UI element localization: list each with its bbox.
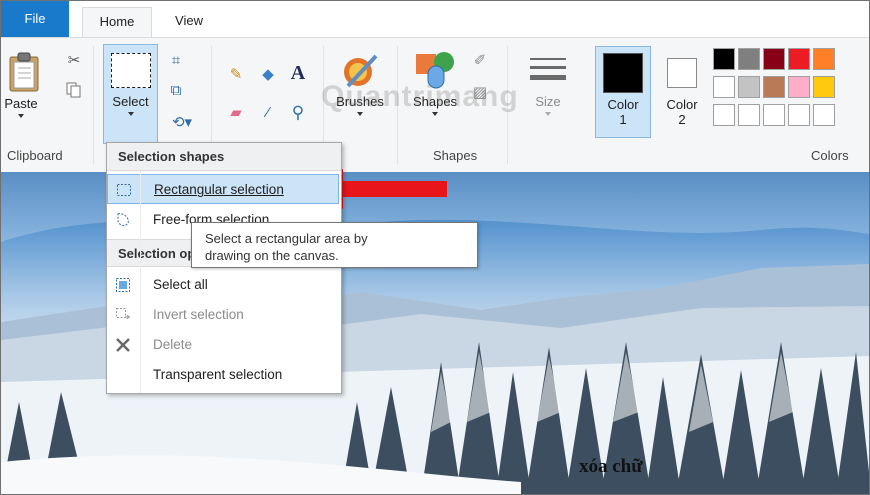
pencil-icon[interactable]: ✎ xyxy=(227,66,245,84)
copy-icon[interactable] xyxy=(65,82,83,100)
copy-glyph xyxy=(66,82,81,98)
palette-swatch[interactable] xyxy=(738,48,760,70)
eraser-icon[interactable]: ▰ xyxy=(227,104,245,122)
palette-swatch[interactable] xyxy=(713,76,735,98)
freeform-selection-icon xyxy=(117,213,129,226)
tab-view[interactable]: View xyxy=(157,7,221,37)
cut-icon[interactable]: ✂ xyxy=(65,52,83,70)
invert-selection-icon xyxy=(116,308,130,320)
shapes-group-label: Shapes xyxy=(433,148,478,163)
watermark: Quantrimang xyxy=(321,80,519,113)
magnifier-icon[interactable]: ⚲ xyxy=(289,104,307,122)
tooltip-line-2: drawing on the canvas. xyxy=(205,248,339,263)
select-label: Select xyxy=(112,94,149,109)
palette-swatch[interactable] xyxy=(813,104,835,126)
selection-shapes-header: Selection shapes xyxy=(107,143,341,171)
palette-swatch[interactable] xyxy=(713,48,735,70)
tab-bar: File Home View xyxy=(1,1,869,38)
invert-selection-item[interactable]: Invert selection xyxy=(107,300,339,330)
rotate-icon[interactable]: ⟲▾ xyxy=(167,114,197,132)
palette-swatch[interactable] xyxy=(813,76,835,98)
tab-file[interactable]: File xyxy=(1,1,69,37)
select-all-item[interactable]: Select all xyxy=(107,270,339,300)
invert-selection-label: Invert selection xyxy=(153,307,244,322)
rectangular-selection-label: Rectangular selection xyxy=(154,182,284,197)
rectangle-selection-icon xyxy=(117,184,131,196)
palette-swatch[interactable] xyxy=(788,76,810,98)
select-all-icon xyxy=(116,278,130,292)
outline-icon[interactable]: ✐ xyxy=(471,52,489,70)
palette-swatch[interactable] xyxy=(738,76,760,98)
size-button[interactable]: Size xyxy=(523,46,573,136)
select-dropdown-menu: Selection shapes Rectangular selection F… xyxy=(106,142,342,394)
transparent-selection-label: Transparent selection xyxy=(153,367,283,382)
color1-number: 1 xyxy=(619,112,627,127)
color-picker-icon[interactable]: ⁄ xyxy=(259,104,277,122)
size-label: Size xyxy=(535,94,561,109)
text-icon[interactable]: A xyxy=(289,63,307,83)
chevron-down-icon xyxy=(545,112,551,116)
transparent-selection-item[interactable]: Transparent selection xyxy=(107,360,339,390)
tab-home[interactable]: Home xyxy=(82,7,152,38)
color2-number: 2 xyxy=(678,112,686,127)
delete-label: Delete xyxy=(153,337,193,352)
palette-swatch[interactable] xyxy=(763,76,785,98)
color1-swatch xyxy=(603,53,643,93)
line-width-icon xyxy=(530,58,566,80)
chevron-down-icon xyxy=(18,114,24,118)
paint-window: File Home View Paste ✂ Clipboard Select xyxy=(0,0,870,495)
color1-button[interactable]: Color 1 xyxy=(595,46,651,138)
palette-swatch[interactable] xyxy=(788,104,810,126)
delete-icon xyxy=(116,338,130,352)
color2-label: Color xyxy=(666,97,698,112)
colors-group-label: Colors xyxy=(811,148,849,163)
selection-rectangle-icon xyxy=(110,53,151,88)
color2-button[interactable]: Color 2 xyxy=(657,46,707,138)
menu-gutter xyxy=(140,171,141,393)
resize-icon[interactable]: ⧉ xyxy=(167,82,185,100)
tooltip-line-1: Select a rectangular area by xyxy=(205,231,368,246)
color1-label: Color xyxy=(607,97,639,112)
palette-swatch[interactable] xyxy=(738,104,760,126)
chevron-down-icon xyxy=(127,112,134,116)
palette-swatch[interactable] xyxy=(763,104,785,126)
crop-icon[interactable]: ⌗ xyxy=(167,52,185,70)
canvas-caption: xóa chữ xyxy=(579,456,643,477)
delete-item[interactable]: Delete xyxy=(107,330,339,360)
separator xyxy=(93,46,94,164)
palette-swatch[interactable] xyxy=(813,48,835,70)
color2-swatch xyxy=(667,58,697,88)
palette-swatch[interactable] xyxy=(713,104,735,126)
rectangular-selection-item[interactable]: Rectangular selection xyxy=(107,174,339,204)
tooltip: Select a rectangular area by drawing on … xyxy=(191,222,478,268)
palette-swatch[interactable] xyxy=(788,48,810,70)
select-button[interactable]: Select xyxy=(103,44,158,144)
palette-swatch[interactable] xyxy=(763,48,785,70)
fill-icon[interactable]: ◆ xyxy=(259,66,277,84)
select-all-label: Select all xyxy=(153,277,208,292)
clipboard-icon xyxy=(9,52,39,92)
paste-button[interactable]: Paste xyxy=(1,46,41,136)
paste-label: Paste xyxy=(4,96,38,111)
clipboard-group-label: Clipboard xyxy=(7,148,63,163)
